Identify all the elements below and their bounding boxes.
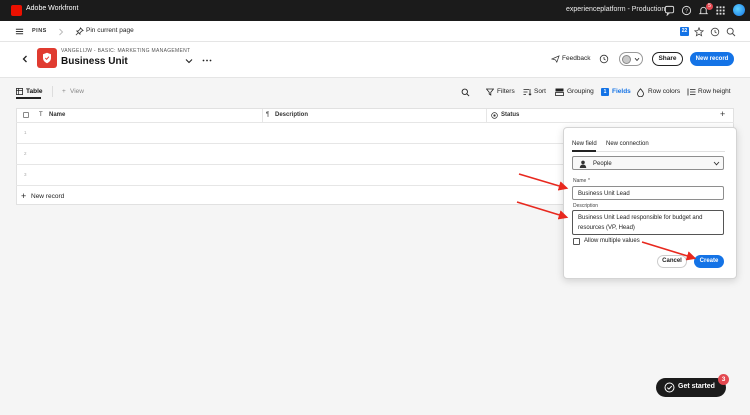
grouping-icon <box>555 88 564 96</box>
row-height-icon <box>687 88 696 96</box>
sort-icon <box>523 89 532 96</box>
page-title: Business Unit <box>61 56 128 67</box>
avatar <box>622 55 631 64</box>
search-icon[interactable] <box>461 88 470 97</box>
project-icon <box>37 48 57 68</box>
chevron-right-icon <box>59 28 64 36</box>
active-tab-indicator <box>16 97 41 99</box>
get-started-button[interactable]: Get started <box>656 378 726 397</box>
pin-icon[interactable] <box>75 27 84 36</box>
search-icon[interactable] <box>726 27 736 37</box>
history-icon[interactable] <box>599 54 609 64</box>
pin-current-page[interactable]: Pin current page <box>86 27 134 34</box>
global-header: Adobe Workfront experienceplatform - Pro… <box>0 0 750 21</box>
adobe-logo-icon[interactable] <box>11 5 22 16</box>
cancel-button[interactable]: Cancel <box>657 255 687 268</box>
fields-count-badge: 1 <box>601 88 609 96</box>
text-type-icon: T <box>39 112 43 118</box>
environment-switcher[interactable]: experienceplatform - Production <box>566 6 665 13</box>
back-icon[interactable] <box>21 55 29 63</box>
pins-bar: PINS Pin current page <box>0 21 750 42</box>
create-button[interactable]: Create <box>694 255 724 268</box>
pins-label[interactable]: PINS <box>32 28 47 34</box>
status-icon <box>491 112 498 119</box>
row-number: 2 <box>24 151 27 156</box>
filter-icon <box>486 88 494 96</box>
more-icon[interactable] <box>202 58 212 63</box>
header-divider <box>16 122 734 123</box>
add-view-icon[interactable]: + <box>62 88 66 95</box>
new-record-button[interactable]: New record <box>690 52 734 66</box>
column-divider <box>486 109 487 122</box>
allow-multiple-label[interactable]: Allow multiple values <box>584 238 640 244</box>
name-label: Name <box>573 178 587 184</box>
chevron-down-icon <box>634 57 640 62</box>
plus-icon[interactable]: + <box>21 191 26 201</box>
fields-button[interactable]: Fields <box>612 88 631 95</box>
history-icon[interactable] <box>710 27 720 37</box>
paragraph-icon: ¶ <box>266 112 270 118</box>
required-mark: * <box>588 178 590 184</box>
chevron-down-icon <box>713 161 720 166</box>
description-textarea[interactable]: Business Unit Lead responsible for budge… <box>572 210 724 235</box>
column-header-name[interactable]: Name <box>49 112 65 118</box>
tab-new-connection[interactable]: New connection <box>606 141 649 147</box>
share-button[interactable]: Share <box>652 52 683 66</box>
menu-icon[interactable] <box>15 27 24 36</box>
row-height-button[interactable]: Row height <box>698 88 731 95</box>
feedback-icon <box>551 55 560 63</box>
column-divider <box>262 109 263 122</box>
divider <box>52 86 53 97</box>
get-started-label: Get started <box>678 383 715 390</box>
user-avatar[interactable] <box>733 4 745 16</box>
name-input[interactable]: Business Unit Lead <box>572 186 724 200</box>
apps-icon[interactable] <box>715 5 726 16</box>
field-type-select[interactable]: People <box>572 156 724 170</box>
allow-multiple-checkbox[interactable] <box>573 238 580 245</box>
add-view-button[interactable]: View <box>70 88 84 95</box>
row-number: 1 <box>24 130 27 135</box>
row-number: 3 <box>24 172 27 177</box>
row-colors-button[interactable]: Row colors <box>648 88 680 95</box>
grouping-button[interactable]: Grouping <box>567 88 594 95</box>
breadcrumb[interactable]: VANGELIJW - BASIC: MARKETING MANAGEMENT <box>61 48 190 54</box>
calendar-icon[interactable]: 22 <box>680 27 689 36</box>
feedback-icon[interactable] <box>664 5 675 16</box>
description-label: Description <box>573 203 599 209</box>
add-new-record[interactable]: New record <box>31 193 64 200</box>
get-started-badge: 3 <box>718 374 729 385</box>
check-circle-icon <box>664 382 675 393</box>
tab-table[interactable]: Table <box>26 88 43 95</box>
column-header-description[interactable]: Description <box>275 112 308 118</box>
add-column-icon[interactable]: + <box>720 109 725 119</box>
sort-button[interactable]: Sort <box>534 88 546 95</box>
chevron-down-icon[interactable] <box>185 58 193 64</box>
shield-icon <box>43 52 51 64</box>
tab-new-field[interactable]: New field <box>572 141 597 147</box>
collaborators-button[interactable] <box>619 52 643 66</box>
svg-text:?: ? <box>685 9 688 15</box>
app-name[interactable]: Adobe Workfront <box>26 5 78 12</box>
field-type-value: People <box>593 160 612 167</box>
active-tab-indicator <box>572 150 596 152</box>
star-icon[interactable] <box>694 27 704 37</box>
column-header-status[interactable]: Status <box>501 112 519 118</box>
help-icon[interactable]: ? <box>681 5 692 16</box>
feedback-button[interactable]: Feedback <box>562 55 591 62</box>
row-colors-icon <box>637 88 644 97</box>
person-icon <box>579 160 587 168</box>
table-icon <box>16 88 23 95</box>
select-all-checkbox[interactable] <box>23 112 29 118</box>
filters-button[interactable]: Filters <box>497 88 515 95</box>
notification-badge: 5 <box>706 3 713 10</box>
